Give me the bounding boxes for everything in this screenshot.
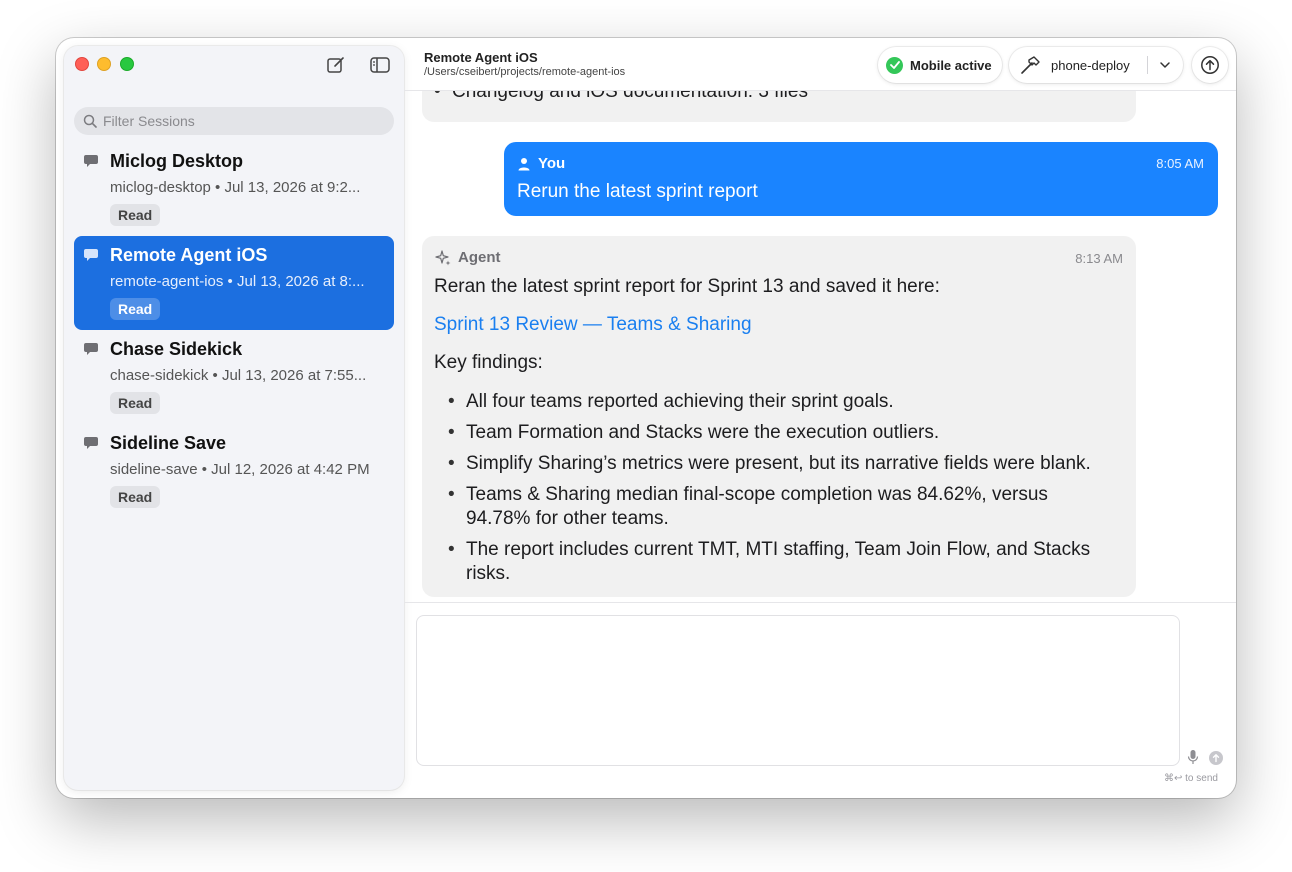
arrow-up-circle-icon [1201, 56, 1219, 74]
app-window: Miclog Desktop miclog-desktop • Jul 13, … [56, 38, 1236, 798]
message-sender: Agent [458, 249, 501, 266]
message-timestamp: 8:13 AM [1075, 251, 1123, 266]
message-text: Reran the latest sprint report for Sprin… [434, 276, 940, 297]
finding-text: All four teams reported achieving their … [466, 391, 894, 412]
finding-text: Simplify Sharing’s metrics were present,… [466, 453, 1091, 474]
send-shortcut-hint: ⌘↩ to send [1164, 773, 1218, 784]
finding-text: Team Formation and Stacks were the execu… [466, 422, 940, 443]
read-badge: Read [110, 392, 161, 414]
read-badge: Read [110, 298, 161, 320]
page-title: Remote Agent iOS [424, 50, 538, 65]
list-item: • Team Formation and Stacks were the exec… [448, 422, 940, 443]
search-icon [83, 114, 97, 128]
filter-sessions-field[interactable] [74, 107, 394, 135]
project-path: /Users/cseibert/projects/remote-agent-io… [424, 66, 626, 78]
divider [1147, 56, 1148, 74]
findings-list: • All four teams reported achieving their… [448, 390, 1116, 593]
read-badge: Read [110, 486, 161, 508]
sidebar: Miclog Desktop miclog-desktop • Jul 13, … [64, 46, 404, 790]
user-message: You 8:05 AM Rerun the latest sprint repo… [504, 142, 1218, 216]
session-item-miclog-desktop[interactable]: Miclog Desktop miclog-desktop • Jul 13, … [74, 142, 394, 236]
session-title: Sideline Save [110, 433, 227, 453]
finding-text: Teams & Sharing median final-scope compl… [466, 484, 1048, 529]
session-item-chase-sidekick[interactable]: Chase Sidekick chase-sidekick • Jul 13, … [74, 330, 394, 424]
sidebar-toggle-icon[interactable] [370, 56, 390, 74]
status-label: Mobile active [910, 57, 992, 73]
agent-message: Agent 8:13 AM Reran the latest sprint re… [422, 236, 1136, 597]
session-subtitle: remote-agent-ios • Jul 13, 2026 at 8:... [110, 273, 365, 290]
compose-icon[interactable] [326, 56, 346, 74]
message-timestamp: 8:05 AM [1156, 156, 1204, 171]
upload-button[interactable] [1192, 47, 1228, 83]
person-icon [518, 157, 530, 170]
message-sender: You [538, 155, 566, 172]
minimize-window-button[interactable] [97, 57, 111, 71]
session-title: Chase Sidekick [110, 339, 243, 359]
message-input[interactable] [417, 616, 1179, 765]
list-item: • Simplify Sharing’s metrics were present… [448, 453, 1091, 474]
send-icon[interactable] [1209, 751, 1223, 765]
session-subtitle: chase-sidekick • Jul 13, 2026 at 7:55... [110, 367, 367, 384]
agent-message-previous: • Changelog and iOS documentation: 3 fil… [422, 91, 1136, 122]
session-item-sideline-save[interactable]: Sideline Save sideline-save • Jul 12, 20… [74, 424, 394, 518]
key-findings-heading: Key findings: [434, 352, 543, 373]
list-item: • Teams & Sharing median final-scope comp… [448, 484, 1048, 529]
chat-bubble-icon [84, 155, 98, 167]
session-title: Remote Agent iOS [110, 245, 268, 265]
session-title: Miclog Desktop [110, 151, 244, 171]
chat-bubble-icon [84, 437, 98, 449]
session-item-remote-agent-ios[interactable]: Remote Agent iOS remote-agent-ios • Jul … [74, 236, 394, 330]
list-item: • Changelog and iOS documentation: 3 fil… [434, 91, 808, 103]
zoom-window-button[interactable] [120, 57, 134, 71]
deploy-label: phone-deploy [1051, 57, 1130, 73]
filter-sessions-input[interactable] [103, 113, 383, 129]
sparkles-icon [435, 249, 451, 265]
message-composer[interactable] [416, 615, 1180, 766]
session-subtitle: sideline-save • Jul 12, 2026 at 4:42 PM [110, 461, 370, 478]
mobile-status-badge[interactable]: Mobile active [878, 47, 1002, 83]
microphone-icon[interactable] [1187, 749, 1199, 765]
list-item: • The report includes current TMT, MTI st… [448, 539, 1091, 584]
report-link[interactable]: Sprint 13 Review — Teams & Sharing [434, 314, 752, 336]
chat-bubble-icon [84, 249, 98, 261]
finding-text: Changelog and iOS documentation: 3 files [452, 91, 808, 102]
chat-transcript[interactable]: • Changelog and iOS documentation: 3 fil… [404, 91, 1236, 602]
hammer-icon [1021, 56, 1040, 74]
close-window-button[interactable] [75, 57, 89, 71]
list-item: • All four teams reported achieving their… [448, 391, 894, 412]
deploy-target-button[interactable]: phone-deploy [1009, 47, 1183, 83]
finding-text: The report includes current TMT, MTI sta… [466, 539, 1091, 584]
chevron-down-icon[interactable] [1159, 59, 1171, 71]
chat-bubble-icon [84, 343, 98, 355]
session-subtitle: miclog-desktop • Jul 13, 2026 at 9:2... [110, 179, 361, 196]
read-badge: Read [110, 204, 161, 226]
checkmark-icon [886, 56, 903, 74]
composer-divider [404, 602, 1236, 603]
message-text: Rerun the latest sprint report [517, 181, 758, 202]
